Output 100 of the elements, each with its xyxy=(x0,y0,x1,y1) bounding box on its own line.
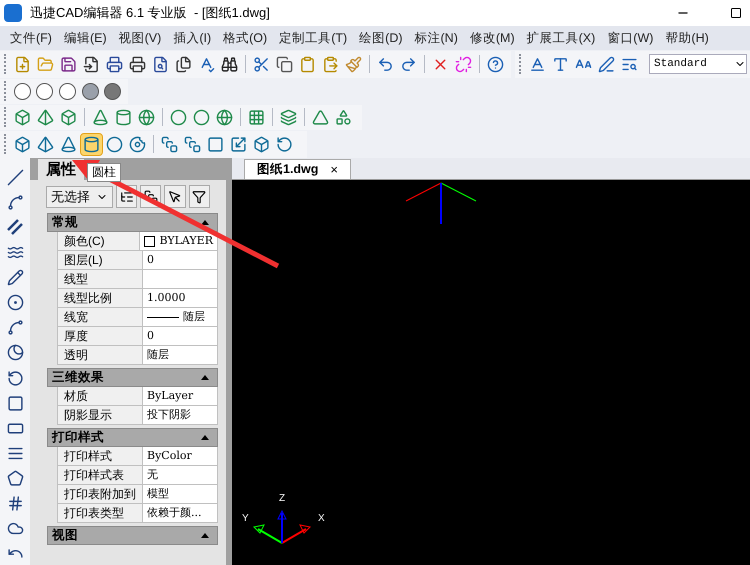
property-value[interactable]: 投下阴影 xyxy=(143,406,218,424)
property-value[interactable]: 0 xyxy=(143,327,218,345)
property-name: 打印表附加到 xyxy=(57,485,143,503)
print-icon xyxy=(106,56,123,72)
toolbar-grip[interactable] xyxy=(4,54,7,74)
undo-icon xyxy=(377,56,394,72)
drawing-tab[interactable]: 图纸1.dwg × xyxy=(244,159,352,179)
property-value[interactable]: 无 xyxy=(143,466,218,484)
collapse-arrow-icon xyxy=(201,533,209,538)
property-value[interactable]: 1.0000 xyxy=(143,289,218,307)
section-header[interactable]: 常规 xyxy=(47,213,218,232)
property-value[interactable]: 随层 xyxy=(143,346,218,364)
property-name: 透明 xyxy=(57,346,143,364)
maximize-icon[interactable] xyxy=(730,7,742,19)
toolbar-grip[interactable] xyxy=(4,134,7,154)
circle-icon xyxy=(6,294,24,312)
redo-icon xyxy=(400,56,417,72)
torus-solid-icon xyxy=(129,136,146,152)
property-value[interactable]: 随层 xyxy=(143,308,218,326)
property-value[interactable]: 模型 xyxy=(143,485,218,503)
text-icon xyxy=(552,56,569,72)
toolbar-grip[interactable] xyxy=(519,54,522,74)
box-solid-icon xyxy=(14,136,31,152)
menu-item[interactable]: 标注(N) xyxy=(408,28,464,48)
property-value[interactable]: ByColor xyxy=(143,447,218,465)
toolbar-grip[interactable] xyxy=(4,107,7,127)
brush-icon xyxy=(345,56,362,72)
property-name: 阴影显示 xyxy=(57,406,143,424)
menu-item[interactable]: 帮助(H) xyxy=(659,28,715,48)
select-objects-icon xyxy=(144,190,158,204)
property-name: 颜色(C) xyxy=(57,232,140,250)
menu-item[interactable]: 视图(V) xyxy=(112,28,168,48)
paste-icon xyxy=(299,56,316,72)
panel-tool-button[interactable] xyxy=(164,185,186,208)
sphere-shaded-icon xyxy=(82,82,99,100)
menu-item[interactable]: 文件(F) xyxy=(4,28,58,48)
sphere-gouraud-icon xyxy=(104,82,122,100)
property-value[interactable]: BYLAYER xyxy=(140,232,218,250)
axis-label: Z xyxy=(279,492,286,506)
sphere-wire-icon xyxy=(59,82,76,100)
color-swatch-icon xyxy=(144,236,156,246)
app-logo-icon xyxy=(4,4,22,22)
cone-solid-icon xyxy=(60,136,77,152)
multiline-icon xyxy=(7,219,23,236)
property-value[interactable]: 0 xyxy=(143,251,218,269)
sketch-icon xyxy=(6,269,24,286)
polyline-icon xyxy=(6,194,24,211)
cylinder-wireframe-icon xyxy=(115,108,132,126)
subtract-icon xyxy=(184,136,201,152)
cone-wireframe-icon xyxy=(92,108,109,126)
menu-item[interactable]: 格式(O) xyxy=(217,28,274,48)
menu-item[interactable]: 编辑(E) xyxy=(58,28,113,48)
window-title: 迅捷CAD编辑器 6.1 专业版 - [图纸1.dwg] xyxy=(30,4,270,22)
menu-item[interactable]: 窗口(W) xyxy=(601,28,660,48)
new-file-icon xyxy=(14,56,31,72)
section-header[interactable]: 打印样式 xyxy=(47,428,218,447)
menu-item[interactable]: 扩展工具(X) xyxy=(520,28,602,48)
menu-item[interactable]: 定制工具(T) xyxy=(273,28,354,48)
extrude-icon xyxy=(253,136,270,152)
sphere-wireframe-icon xyxy=(138,108,155,126)
collapse-arrow-icon xyxy=(201,435,209,440)
property-name: 材质 xyxy=(57,387,143,405)
import-icon xyxy=(83,56,100,72)
union-icon xyxy=(161,136,178,152)
drawing-canvas[interactable]: Z Y X xyxy=(232,180,750,565)
panel-title: 属性 xyxy=(38,159,84,180)
property-name: 线宽 xyxy=(57,308,143,326)
axis-label: Y xyxy=(242,512,249,526)
panel-tool-button[interactable] xyxy=(188,185,210,208)
polygon-icon xyxy=(6,470,24,488)
property-name: 图层(L) xyxy=(57,251,143,269)
unlink-icon xyxy=(455,56,472,72)
property-value[interactable]: ByLayer xyxy=(143,387,218,405)
selection-dropdown[interactable]: 无选择 xyxy=(46,186,113,208)
section-header[interactable]: 视图 xyxy=(47,526,218,545)
property-value[interactable]: 依赖于颜... xyxy=(143,504,218,522)
binoculars-icon xyxy=(221,56,238,72)
collapse-arrow-icon xyxy=(201,220,209,225)
property-name: 打印样式表 xyxy=(57,466,143,484)
toolbar-grip[interactable] xyxy=(4,81,7,101)
property-name: 厚度 xyxy=(57,327,143,345)
pyramid-wireframe-icon xyxy=(37,108,54,126)
section-header[interactable]: 三维效果 xyxy=(47,368,218,387)
line-icon xyxy=(6,168,24,186)
arc-icon xyxy=(6,319,24,336)
menu-item[interactable]: 绘图(D) xyxy=(353,28,409,48)
collapse-arrow-icon xyxy=(201,375,209,380)
print-preview-icon xyxy=(152,56,169,72)
revolve-icon xyxy=(276,136,293,152)
property-name: 线型比例 xyxy=(57,289,143,307)
mesh-icon xyxy=(248,108,265,126)
text-style-select[interactable]: Standard xyxy=(649,54,747,74)
axis-label: X xyxy=(318,512,325,526)
open-folder-icon xyxy=(37,56,54,72)
menu-item[interactable]: 修改(M) xyxy=(464,28,521,48)
tab-close-button[interactable]: × xyxy=(330,160,338,180)
sphere-outline-icon xyxy=(14,82,31,100)
save-icon xyxy=(60,56,77,72)
menu-item[interactable]: 插入(I) xyxy=(167,28,218,48)
box-wireframe-icon xyxy=(14,108,31,126)
